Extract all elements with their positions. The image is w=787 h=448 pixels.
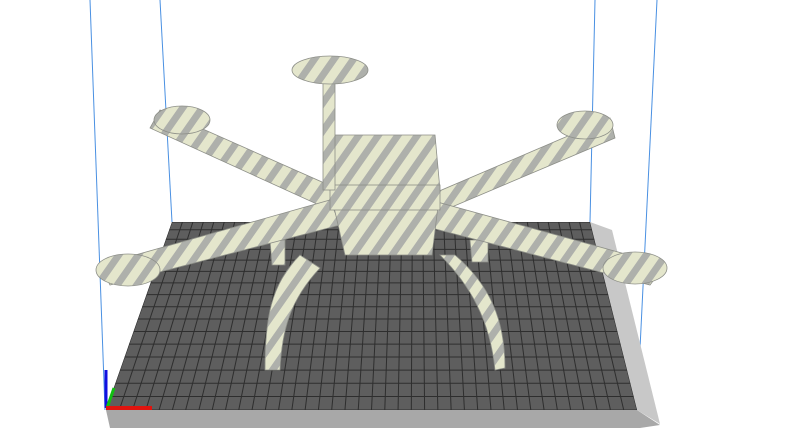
scene[interactable] <box>0 0 787 448</box>
3d-viewport[interactable] <box>0 0 787 448</box>
build-plate-edge <box>106 410 660 428</box>
